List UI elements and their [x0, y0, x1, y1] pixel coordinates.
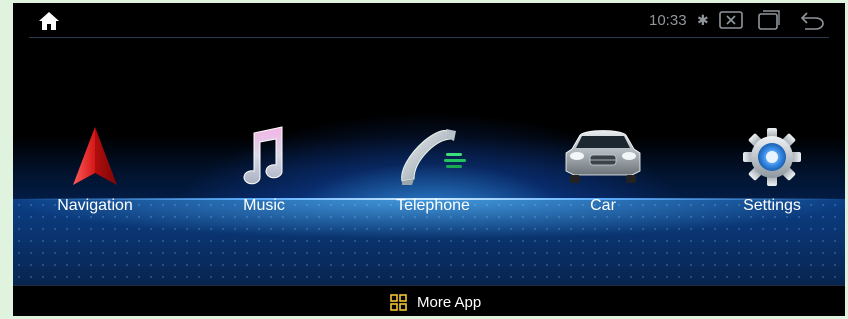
app-label-car: Car [590, 197, 616, 214]
back-icon[interactable] [799, 10, 825, 30]
more-app-button[interactable]: More App [390, 294, 481, 311]
clock: 10:33 [649, 12, 687, 29]
app-navigation[interactable]: Navigation [25, 123, 165, 215]
app-label-telephone: Telephone [396, 197, 470, 214]
app-label-settings: Settings [743, 197, 801, 214]
close-box-icon[interactable] [719, 11, 743, 29]
app-grid-icon [390, 294, 407, 311]
status-bar: 10:33 ✱ [13, 3, 845, 37]
head-unit-screen: 10:33 ✱ Navigation Music Telephone Car S… [13, 3, 845, 316]
app-label-music: Music [243, 197, 285, 214]
app-label-navigation: Navigation [57, 197, 133, 214]
gear-icon [743, 128, 801, 186]
recent-apps-icon[interactable] [757, 10, 781, 30]
car-icon [565, 130, 641, 183]
phone-handset-icon [401, 129, 466, 185]
music-note-icon [243, 126, 283, 185]
bottom-bar: More App [13, 285, 845, 316]
app-telephone[interactable]: Telephone [363, 123, 503, 215]
app-car[interactable]: Car [533, 123, 673, 215]
app-music[interactable]: Music [194, 123, 334, 215]
app-settings[interactable]: Settings [702, 123, 842, 215]
home-icon[interactable] [38, 11, 60, 31]
bluetooth-icon: ✱ [697, 12, 709, 28]
navigation-arrow-icon [73, 127, 117, 185]
more-app-label: More App [417, 294, 482, 311]
